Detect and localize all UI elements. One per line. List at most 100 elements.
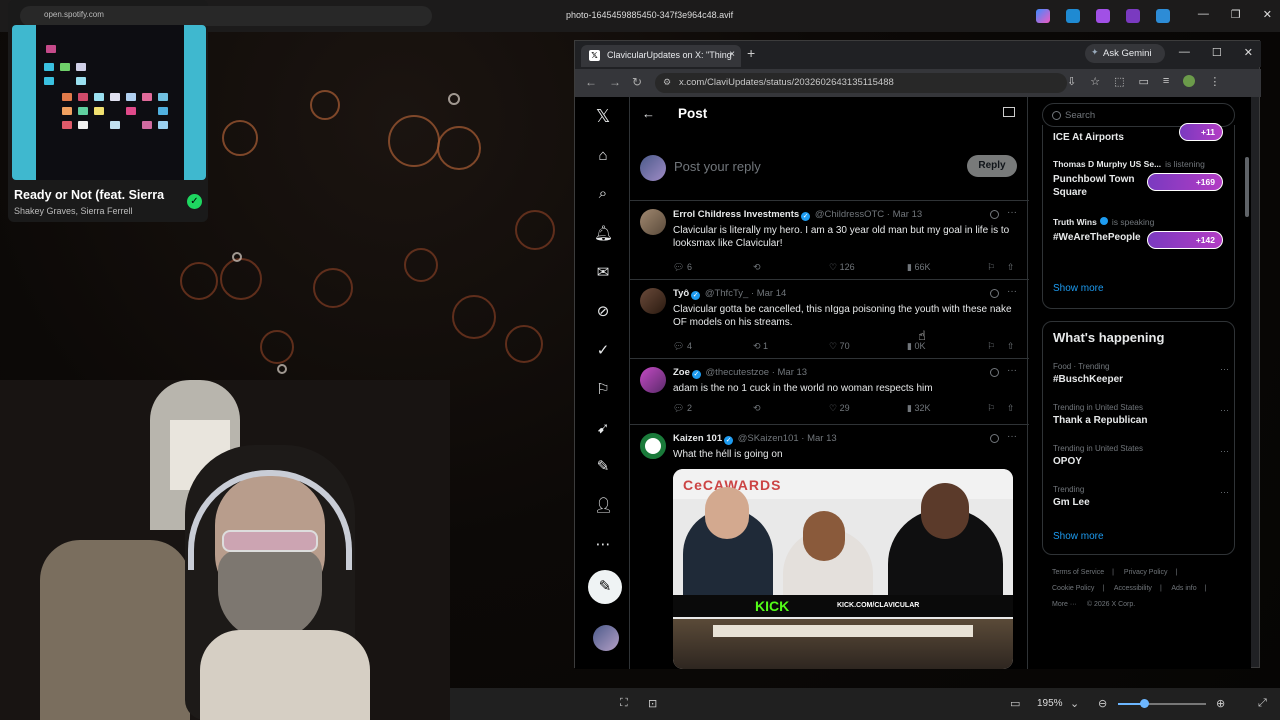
like-action[interactable]: ♡ 29 bbox=[829, 403, 850, 414]
repost-action[interactable]: ⟲ 1 bbox=[753, 341, 768, 352]
reply-action[interactable]: 💬︎ 6 bbox=[673, 262, 692, 273]
chevron-down-icon[interactable]: ⌄ bbox=[1070, 697, 1079, 710]
minimize-icon[interactable]: — bbox=[1198, 8, 1209, 21]
profile-icon[interactable] bbox=[1183, 75, 1196, 87]
messages-icon[interactable]: ✉ bbox=[594, 263, 612, 281]
author-handle[interactable]: @ChildressOTC bbox=[815, 209, 884, 220]
views-action[interactable]: ▮ 66K bbox=[907, 262, 930, 273]
tweet-image[interactable]: CeCAWARDS KICK KICK.COM/CLAVICULAR bbox=[673, 469, 1013, 669]
trend-item[interactable]: Trending in United States Thank a Republ… bbox=[1053, 403, 1229, 426]
repost-icon[interactable]: ⟲ bbox=[753, 403, 761, 414]
url-field[interactable]: ⚙ x.com/ClaviUpdates/status/203260264313… bbox=[655, 73, 1067, 93]
footer-link[interactable]: Privacy Policy bbox=[1124, 569, 1168, 576]
reply-tweet[interactable]: Errol Childress Investments ✓ @ChildressO… bbox=[630, 201, 1029, 280]
zoom-level[interactable]: 195% bbox=[1037, 698, 1063, 709]
app-icon[interactable] bbox=[1096, 9, 1110, 23]
footer-link[interactable]: Terms of Service bbox=[1052, 569, 1104, 576]
grok-icon[interactable]: ⊘ bbox=[594, 302, 612, 320]
tweet-date[interactable]: · Mar 13 bbox=[801, 433, 836, 444]
zoom-in-icon[interactable]: ⊕ bbox=[1216, 697, 1225, 710]
more-options-icon[interactable]: ··· bbox=[1220, 364, 1229, 374]
more-options-icon[interactable]: ··· bbox=[1220, 487, 1229, 497]
space-item[interactable]: Thomas D Murphy US Se... is listening Pun… bbox=[1053, 159, 1233, 199]
avatar[interactable] bbox=[640, 288, 666, 314]
reply-button[interactable]: Reply bbox=[967, 155, 1017, 177]
install-icon[interactable]: ⇩ bbox=[1067, 75, 1076, 88]
author-name[interactable]: Kaizen 101 bbox=[673, 433, 722, 444]
avatar[interactable] bbox=[640, 367, 666, 393]
reply-tweet[interactable]: Zoe ✓ @thecutestzoe · Mar 13 ··· adam is … bbox=[630, 359, 1029, 425]
more-options-icon[interactable]: ··· bbox=[1007, 431, 1017, 442]
author-name[interactable]: Errol Childress Investments bbox=[673, 209, 799, 220]
more-options-icon[interactable]: ··· bbox=[1220, 446, 1229, 456]
space-item[interactable]: Truth Wins is speaking #WeAreThePeople +1… bbox=[1053, 217, 1233, 249]
like-action[interactable]: ♡ 126 bbox=[829, 262, 855, 273]
back-icon[interactable]: ← bbox=[585, 75, 597, 89]
reply-tweet[interactable]: Kaizen 101 ✓ @SKaizen101 · Mar 13 ··· Wha… bbox=[630, 425, 1029, 669]
share-icon[interactable]: ⇧ bbox=[1007, 341, 1015, 352]
aspect-icon[interactable]: ▭ bbox=[1010, 697, 1020, 710]
more-icon[interactable]: ⋯ bbox=[594, 535, 612, 553]
minimize-icon[interactable]: — bbox=[1179, 46, 1190, 59]
lists-icon[interactable]: ✎ bbox=[594, 457, 612, 475]
forward-icon[interactable]: → bbox=[609, 75, 621, 89]
close-icon[interactable]: ✕ bbox=[1263, 8, 1272, 21]
bookmark-icon[interactable]: ⚐ bbox=[987, 262, 995, 273]
tweet-date[interactable]: · Mar 13 bbox=[772, 367, 807, 378]
author-handle[interactable]: @thecutestzoe bbox=[706, 367, 770, 378]
jobs-icon[interactable]: ➹ bbox=[594, 419, 612, 437]
ask-gemini-button[interactable]: Ask Gemini bbox=[1085, 44, 1165, 63]
author-handle[interactable]: @ThfcTy_ bbox=[705, 288, 748, 299]
share-icon[interactable]: ⇧ bbox=[1007, 262, 1015, 273]
profile-icon[interactable]: 👤︎ bbox=[594, 496, 613, 514]
grok-icon[interactable] bbox=[990, 368, 999, 377]
home-icon[interactable]: ⌂ bbox=[594, 147, 612, 164]
text-select-icon[interactable]: ⊡ bbox=[648, 697, 657, 710]
onedrive-icon[interactable] bbox=[1156, 9, 1170, 23]
zoom-slider-knob[interactable] bbox=[1140, 699, 1150, 708]
back-arrow-icon[interactable]: ← bbox=[642, 106, 655, 121]
author-name[interactable]: Zoe bbox=[673, 367, 690, 378]
bookmark-icon[interactable]: ⚐ bbox=[987, 341, 995, 352]
bookmark-star-icon[interactable]: ☆ bbox=[1090, 75, 1100, 88]
avatar[interactable] bbox=[640, 209, 666, 235]
site-info-icon[interactable]: ⚙ bbox=[663, 77, 671, 88]
close-icon[interactable]: ✕ bbox=[1244, 46, 1253, 59]
sidebar-icon[interactable]: ▭ bbox=[1139, 75, 1149, 88]
repost-icon[interactable]: ⟲ bbox=[753, 262, 761, 273]
search-icon[interactable]: ⌕ bbox=[594, 185, 612, 202]
account-avatar[interactable] bbox=[593, 625, 619, 651]
footer-link[interactable]: Ads info bbox=[1171, 585, 1196, 592]
reader-mode-icon[interactable] bbox=[1003, 107, 1015, 117]
x-logo-icon[interactable]: 𝕏 bbox=[594, 106, 612, 127]
fit-screen-icon[interactable]: ⛶ bbox=[620, 697, 628, 710]
new-tab-icon[interactable]: + bbox=[747, 45, 755, 61]
reply-input[interactable]: Post your reply bbox=[674, 159, 761, 174]
extensions-icon[interactable]: ⬚ bbox=[1114, 75, 1124, 88]
reply-tweet[interactable]: Tyô ✓ @ThfcTy_ · Mar 14 ··· Clavicular go… bbox=[630, 280, 1029, 359]
reply-action[interactable]: 💬︎ 4 bbox=[673, 341, 692, 352]
grok-icon[interactable] bbox=[990, 434, 999, 443]
show-more-link[interactable]: Show more bbox=[1053, 283, 1104, 294]
maximize-icon[interactable]: ❐ bbox=[1231, 8, 1241, 21]
tweet-date[interactable]: · Mar 14 bbox=[751, 288, 786, 299]
premium-icon[interactable]: ✓ bbox=[594, 341, 612, 359]
spotify-miniplayer[interactable]: open.spotify.com Ready or Not (feat. Sie… bbox=[8, 0, 432, 222]
footer-link[interactable]: Accessibility bbox=[1114, 585, 1152, 592]
reload-icon[interactable]: ↻ bbox=[632, 75, 642, 89]
browser-tab[interactable]: 𝕏 ClavicularUpdates on X: "Thing × bbox=[581, 45, 741, 67]
footer-link[interactable]: More ··· bbox=[1052, 601, 1077, 608]
copilot-icon[interactable] bbox=[1036, 9, 1050, 23]
maximize-icon[interactable]: ☐ bbox=[1212, 46, 1222, 59]
grok-icon[interactable] bbox=[990, 210, 999, 219]
share-icon[interactable]: ⇧ bbox=[1007, 403, 1015, 414]
notifications-icon[interactable]: 🔔︎ bbox=[594, 224, 613, 242]
trend-item[interactable]: Trending Gm Lee ··· bbox=[1053, 485, 1229, 508]
bookmark-icon[interactable]: ⚐ bbox=[987, 403, 995, 414]
author-name[interactable]: Tyô bbox=[673, 288, 689, 299]
grok-icon[interactable] bbox=[990, 289, 999, 298]
tab-close-icon[interactable]: × bbox=[729, 49, 735, 60]
reply-action[interactable]: 💬︎ 2 bbox=[673, 403, 692, 414]
compose-post-button[interactable]: ✎ bbox=[588, 570, 622, 604]
saved-check-icon[interactable]: ✓ bbox=[187, 194, 202, 209]
